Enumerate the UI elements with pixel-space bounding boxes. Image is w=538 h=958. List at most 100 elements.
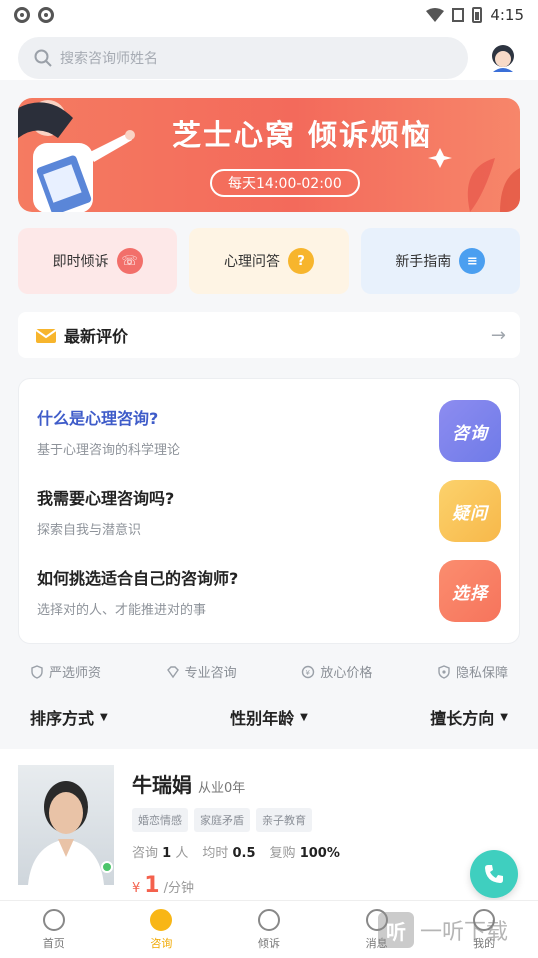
stat-unit: 人 (175, 846, 189, 861)
stat-rebuy: 复购 100% (270, 842, 340, 861)
battery-icon (472, 7, 483, 23)
counselor-stats: 咨询 1 人 均时 0.5 复购 100% (132, 842, 520, 861)
banner-title: 芝士心窝 倾诉烦恼 (172, 118, 433, 152)
faq-subtitle: 选择对的人、才能推进对的事 (37, 602, 207, 618)
watermark-logo: 听 (378, 912, 414, 948)
stat-label: 咨询 (132, 846, 159, 861)
search-input[interactable]: 搜索咨询师姓名 (18, 37, 468, 79)
stat-average: 均时 0.5 (202, 842, 255, 861)
caret-down-icon: ▼ (300, 711, 308, 723)
tab-label: 首页 (42, 936, 65, 950)
wifi-icon (426, 8, 445, 22)
counselor-years: 从业0年 (198, 781, 246, 796)
stat-label: 复购 (269, 846, 296, 861)
faq-badge-choose[interactable]: 选择 (439, 560, 501, 622)
promo-banner[interactable]: 芝士心窝 倾诉烦恼 每天14:00-02:00 (18, 98, 520, 212)
faq-item-choose[interactable]: 如何挑选适合自己的咨询师? 选择对的人、才能推进对的事 选择 (37, 551, 501, 631)
stat-value: 100% (299, 846, 340, 861)
guarantee-item: ¥ 放心价格 (301, 662, 372, 681)
diamond-icon (166, 665, 179, 678)
caret-down-icon: ▼ (100, 711, 108, 723)
filter-gender-age[interactable]: 性别年龄 ▼ (230, 705, 308, 729)
faq-subtitle: 探索自我与潜意识 (37, 522, 142, 538)
caret-down-icon: ▼ (500, 711, 508, 723)
notification-icon (14, 7, 30, 23)
stat-consult: 咨询 1 人 (132, 842, 188, 861)
guarantee-label: 放心价格 (320, 666, 373, 681)
price-currency: ¥ (132, 881, 141, 896)
faq-question: 我需要心理咨询吗? (37, 488, 175, 508)
specialty-tag: 婚恋情感 (132, 808, 188, 832)
phone-bubble-icon: ☏ (116, 248, 143, 274)
faq-badge-consult[interactable]: 咨询 (439, 400, 501, 462)
tab-consult[interactable]: 咨询 (108, 901, 216, 958)
price-value: 1 (144, 873, 160, 898)
stat-label: 均时 (202, 846, 229, 861)
leaf-decoration-icon (428, 148, 520, 212)
counselor-name-row: 牛瑞娟 从业0年 (132, 769, 520, 798)
home-icon (42, 908, 65, 931)
filter-specialty[interactable]: 擅长方向 ▼ (430, 705, 508, 729)
online-status-indicator (101, 861, 113, 873)
faq-badge-doubt[interactable]: 疑问 (439, 480, 501, 542)
svg-text:¥: ¥ (306, 669, 311, 677)
faq-item-what[interactable]: 什么是心理咨询? 基于心理咨询的科学理论 咨询 (37, 391, 501, 471)
quick-action-label: 心理问答 (223, 254, 280, 270)
guide-bubble-icon: ≡ (459, 248, 486, 274)
banner-hours: 每天14:00-02:00 (210, 169, 360, 197)
faq-text: 如何挑选适合自己的咨询师? 选择对的人、才能推进对的事 (37, 565, 439, 618)
filter-label: 擅长方向 (430, 709, 495, 728)
notification-icon (38, 7, 54, 23)
counselor-price: ¥ 1 /分钟 (132, 873, 520, 898)
price-coin-icon: ¥ (302, 665, 315, 678)
quick-action-guide[interactable]: 新手指南 ≡ (360, 228, 520, 294)
quick-action-instant-talk[interactable]: 即时倾诉 ☏ (18, 228, 178, 294)
tab-home[interactable]: 首页 (0, 901, 108, 958)
stat-value: 0.5 (232, 846, 256, 861)
faq-text: 什么是心理咨询? 基于心理咨询的科学理论 (37, 405, 439, 458)
guarantee-label: 专业咨询 (184, 666, 237, 681)
faq-question: 什么是心理咨询? (37, 408, 159, 428)
faq-question: 如何挑选适合自己的咨询师? (37, 568, 239, 588)
latest-reviews-row[interactable]: 最新评价 → (18, 312, 520, 358)
guarantee-item: 专业咨询 (166, 662, 237, 681)
sim-icon (452, 8, 465, 22)
faq-item-need[interactable]: 我需要心理咨询吗? 探索自我与潜意识 疑问 (37, 471, 501, 551)
guarantee-label: 严选师资 (49, 666, 102, 681)
faq-subtitle: 基于心理咨询的科学理论 (37, 442, 181, 458)
quick-actions: 即时倾诉 ☏ 心理问答 ? 新手指南 ≡ (0, 212, 538, 294)
question-bubble-icon: ? (287, 248, 314, 274)
counselor-name: 牛瑞娟 (132, 773, 192, 797)
quick-action-label: 即时倾诉 (52, 254, 109, 270)
counselor-tags: 婚恋情感 家庭矛盾 亲子教育 (132, 808, 520, 832)
specialty-tag: 亲子教育 (256, 808, 312, 832)
tab-label: 咨询 (150, 936, 173, 950)
filter-label: 排序方式 (30, 709, 95, 728)
filter-label: 性别年龄 (230, 709, 295, 728)
filter-sort[interactable]: 排序方式 ▼ (30, 705, 108, 729)
filter-bar: 排序方式 ▼ 性别年龄 ▼ 擅长方向 ▼ (0, 681, 538, 729)
tab-talk[interactable]: 倾诉 (215, 901, 323, 958)
review-mail-icon (36, 329, 56, 343)
consult-icon (150, 908, 173, 931)
header: 搜索咨询师姓名 (0, 30, 538, 80)
microphone-icon (257, 908, 280, 931)
status-time: 4:15 (490, 6, 524, 24)
counselor-portrait-icon (28, 781, 104, 885)
guarantee-item: 严选师资 (30, 662, 101, 681)
counselor-info: 牛瑞娟 从业0年 婚恋情感 家庭矛盾 亲子教育 咨询 1 人 均时 0.5 复购… (132, 765, 520, 898)
watermark: 听 一听下载 (378, 912, 508, 948)
call-fab-button[interactable] (470, 850, 518, 898)
arrow-right-icon: → (490, 324, 506, 346)
watermark-text: 一听下载 (420, 920, 509, 945)
status-left (14, 7, 54, 23)
guarantee-row: 严选师资 专业咨询 ¥ 放心价格 隐私保障 (0, 644, 538, 681)
profile-avatar[interactable] (486, 41, 520, 75)
price-unit: /分钟 (163, 881, 194, 896)
search-placeholder: 搜索咨询师姓名 (60, 51, 158, 67)
counselor-card[interactable]: 牛瑞娟 从业0年 婚恋情感 家庭矛盾 亲子教育 咨询 1 人 均时 0.5 复购… (0, 749, 538, 909)
counselor-photo (18, 765, 114, 885)
quick-action-label: 新手指南 (395, 254, 452, 270)
shield-check-icon (31, 664, 43, 679)
quick-action-qa[interactable]: 心理问答 ? (189, 228, 349, 294)
